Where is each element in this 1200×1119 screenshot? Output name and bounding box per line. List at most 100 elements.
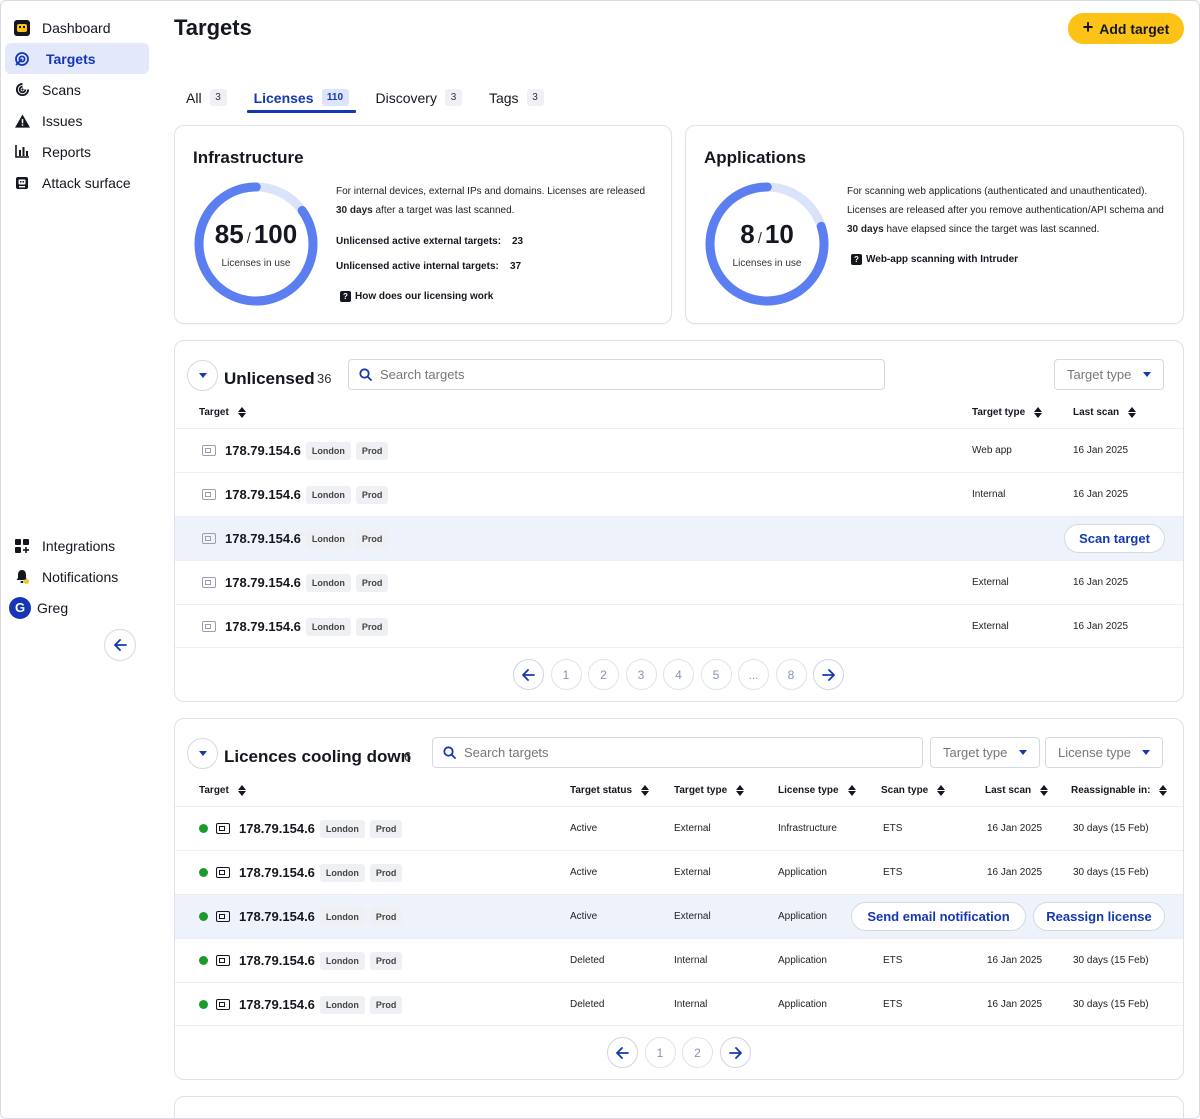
licenses-in-use-label: Licenses in use bbox=[221, 258, 291, 269]
desc-bold: 30 days bbox=[336, 205, 373, 216]
pagination-row: 1 2 3 4 5 ... 8 bbox=[175, 647, 1183, 701]
sidebar-item-notifications[interactable]: Notifications bbox=[5, 561, 149, 592]
sidebar-item-integrations[interactable]: Integrations bbox=[5, 530, 149, 561]
tag: London bbox=[305, 573, 351, 592]
target-type-cell: Internal bbox=[674, 955, 708, 966]
sort-icon bbox=[937, 784, 946, 796]
chevron-down-icon bbox=[1143, 372, 1151, 377]
page-button[interactable]: 4 bbox=[663, 659, 694, 690]
column-header-target-type[interactable]: Target type bbox=[972, 404, 1043, 420]
tab-discovery[interactable]: Discovery 3 bbox=[369, 85, 469, 110]
unlicensed-internal-value: 37 bbox=[510, 261, 522, 272]
reassign-license-button[interactable]: Reassign license bbox=[1033, 902, 1165, 931]
column-header-target-status[interactable]: Target status bbox=[570, 782, 650, 798]
page-button[interactable]: 1 bbox=[550, 659, 582, 690]
table-row[interactable]: 178.79.154.6 London Prod Internal 16 Jan 2… bbox=[175, 472, 1183, 516]
column-header-scan-type[interactable]: Scan type bbox=[881, 782, 946, 798]
reassignable-cell: 30 days (15 Feb) bbox=[1073, 955, 1149, 966]
scan-target-button[interactable]: Scan target bbox=[1064, 524, 1165, 553]
table-row[interactable]: 178.79.154.6 London Prod Deleted Internal … bbox=[175, 982, 1183, 1026]
tag: Prod bbox=[369, 951, 403, 970]
sidebar-item-user[interactable]: G Greg bbox=[5, 592, 149, 623]
header-label: Reassignable in: bbox=[1071, 784, 1151, 796]
column-header-target[interactable]: Target bbox=[199, 782, 246, 798]
target-type-icon bbox=[202, 621, 216, 632]
licensing-help-link[interactable]: ? How does our licensing work bbox=[340, 291, 493, 302]
add-target-label: Add target bbox=[1099, 20, 1170, 37]
table-row[interactable]: 178.79.154.6 London Prod External 16 Jan 2… bbox=[175, 560, 1183, 604]
collapse-section-button[interactable] bbox=[187, 738, 218, 769]
column-header-target[interactable]: Target bbox=[199, 404, 246, 420]
webapp-help-link[interactable]: ? Web-app scanning with Intruder bbox=[851, 254, 1018, 265]
target-type-filter[interactable]: Target type bbox=[1054, 359, 1164, 390]
tab-licenses[interactable]: Licenses 110 bbox=[246, 85, 356, 113]
send-email-notification-button[interactable]: Send email notification bbox=[851, 902, 1026, 931]
infrastructure-card: Infrastructure 85/100 Licenses in use Fo… bbox=[174, 125, 672, 324]
add-target-button[interactable]: + Add target bbox=[1068, 13, 1184, 44]
applications-card: Applications 8/10 Licenses in use For sc… bbox=[685, 125, 1184, 324]
table-row[interactable]: 178.79.154.6 London Prod Scan target bbox=[175, 516, 1183, 560]
column-header-last-scan[interactable]: Last scan bbox=[1073, 404, 1137, 420]
target-status-cell: Deleted bbox=[570, 999, 605, 1010]
license-type-filter[interactable]: License type bbox=[1045, 737, 1163, 768]
header-label: Scan type bbox=[881, 784, 929, 796]
target-cell: 178.79.154.6 London Prod bbox=[202, 517, 389, 560]
next-page-button[interactable] bbox=[719, 1037, 751, 1068]
tag: Prod bbox=[355, 617, 389, 636]
tab-all[interactable]: All 3 bbox=[179, 85, 234, 110]
table-row[interactable]: 178.79.154.6 London Prod Web app 16 Jan 20… bbox=[175, 428, 1183, 472]
infrastructure-description: For internal devices, external IPs and d… bbox=[336, 182, 656, 220]
target-type-filter[interactable]: Target type bbox=[930, 737, 1040, 768]
sort-icon bbox=[736, 784, 745, 796]
page-button[interactable]: 3 bbox=[625, 659, 657, 690]
page-button[interactable]: 2 bbox=[682, 1037, 713, 1068]
target-type-cell: External bbox=[674, 867, 711, 878]
column-header-target-type[interactable]: Target type bbox=[674, 782, 745, 798]
tag: London bbox=[305, 617, 351, 636]
column-header-last-scan[interactable]: Last scan bbox=[985, 782, 1049, 798]
column-header-license-type[interactable]: License type bbox=[778, 782, 856, 798]
column-header-reassignable[interactable]: Reassignable in: bbox=[1071, 782, 1168, 798]
tab-label: Licenses bbox=[253, 89, 314, 106]
sidebar-item-targets[interactable]: Targets bbox=[5, 43, 149, 74]
tab-label: All bbox=[186, 89, 202, 106]
table-row[interactable]: 178.79.154.6 London Prod Active External A… bbox=[175, 894, 1183, 938]
table-row[interactable]: 178.79.154.6 London Prod Active External I… bbox=[175, 806, 1183, 850]
collapse-sidebar-button[interactable] bbox=[104, 629, 136, 661]
page-button[interactable]: 1 bbox=[644, 1037, 676, 1068]
sidebar-item-issues[interactable]: Issues bbox=[5, 105, 149, 136]
table-row[interactable]: 178.79.154.6 London Prod Deleted Internal … bbox=[175, 938, 1183, 982]
target-type-icon bbox=[216, 911, 230, 922]
page-button[interactable]: 2 bbox=[588, 659, 619, 690]
tag: London bbox=[319, 995, 365, 1014]
table-row[interactable]: 178.79.154.6 London Prod Active External A… bbox=[175, 850, 1183, 894]
tab-tags[interactable]: Tags 3 bbox=[482, 85, 551, 110]
collapse-section-button[interactable] bbox=[187, 360, 218, 391]
target-type-cell: Internal bbox=[674, 999, 708, 1010]
reassignable-cell: 30 days (15 Feb) bbox=[1073, 823, 1149, 834]
header-label: Last scan bbox=[1073, 406, 1120, 418]
arrow-left-icon bbox=[522, 668, 535, 681]
search-input[interactable] bbox=[464, 745, 896, 760]
page-button[interactable]: 5 bbox=[700, 659, 732, 690]
licenses-in-use-label: Licenses in use bbox=[732, 258, 802, 269]
previous-page-button[interactable] bbox=[607, 1037, 638, 1068]
page-button[interactable]: 8 bbox=[775, 659, 807, 690]
tabs: All 3 Licenses 110 Discovery 3 Tags 3 bbox=[179, 85, 564, 113]
sidebar-item-reports[interactable]: Reports bbox=[5, 136, 149, 167]
table-row[interactable]: 178.79.154.6 London Prod External 16 Jan 2… bbox=[175, 604, 1183, 648]
status-dot bbox=[199, 868, 208, 877]
sidebar-item-attack-surface[interactable]: Attack surface bbox=[5, 167, 149, 198]
sidebar-item-label: Targets bbox=[46, 50, 96, 67]
sidebar-item-dashboard[interactable]: Dashboard bbox=[5, 12, 149, 43]
search-input[interactable] bbox=[380, 367, 853, 382]
target-address: 178.79.154.6 bbox=[239, 821, 315, 836]
previous-page-button[interactable] bbox=[513, 659, 544, 690]
sidebar-item-scans[interactable]: Scans bbox=[5, 74, 149, 105]
target-status-cell: Active bbox=[570, 867, 598, 878]
search-input-wrapper bbox=[432, 737, 923, 768]
next-page-button[interactable] bbox=[813, 659, 844, 690]
scan-type-cell: ETS bbox=[883, 823, 903, 834]
desc-text: For scanning web applications (authentic… bbox=[847, 186, 1164, 216]
target-icon bbox=[13, 50, 31, 68]
